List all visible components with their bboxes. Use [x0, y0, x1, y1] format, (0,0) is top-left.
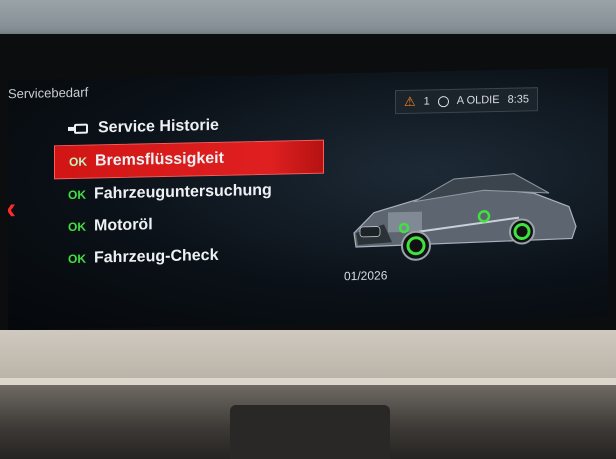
menu-item-fahrzeug-check[interactable]: OK Fahrzeug-Check — [54, 238, 324, 276]
radio-station: A OLDIE — [456, 93, 500, 107]
menu-item-label: Service Historie — [98, 116, 219, 137]
back-arrow-icon[interactable]: ‹ — [8, 192, 16, 226]
service-menu: Service Historie OK Bremsflüssigkeit OK … — [54, 108, 324, 276]
status-ok: OK — [68, 219, 86, 235]
status-ok: OK — [68, 187, 86, 203]
status-ok: OK — [68, 251, 86, 267]
infotainment-screen: Servicebedarf ⚠ 1 A OLDIE 8:35 ‹ Service… — [8, 67, 608, 331]
dashboard-slot — [230, 405, 390, 459]
car-image — [353, 173, 577, 261]
status-ok: OK — [69, 154, 87, 170]
menu-item-label: Motoröl — [94, 216, 153, 235]
menu-item-label: Bremsflüssigkeit — [95, 149, 224, 170]
menu-item-bremsfluessigkeit[interactable]: OK Bremsflüssigkeit — [54, 139, 324, 180]
warning-count: 1 — [423, 95, 430, 108]
menu-item-label: Fahrzeuguntersuchung — [94, 181, 272, 203]
page-title: Servicebedarf — [8, 84, 89, 102]
service-history-icon — [68, 124, 90, 134]
clock-time: 8:35 — [507, 93, 529, 106]
clock-icon — [437, 95, 449, 107]
warning-icon[interactable]: ⚠ — [404, 94, 416, 110]
status-bar: ⚠ 1 A OLDIE 8:35 — [395, 87, 538, 115]
menu-item-label: Fahrzeug-Check — [94, 246, 219, 267]
service-due-date: 01/2026 — [344, 268, 388, 284]
